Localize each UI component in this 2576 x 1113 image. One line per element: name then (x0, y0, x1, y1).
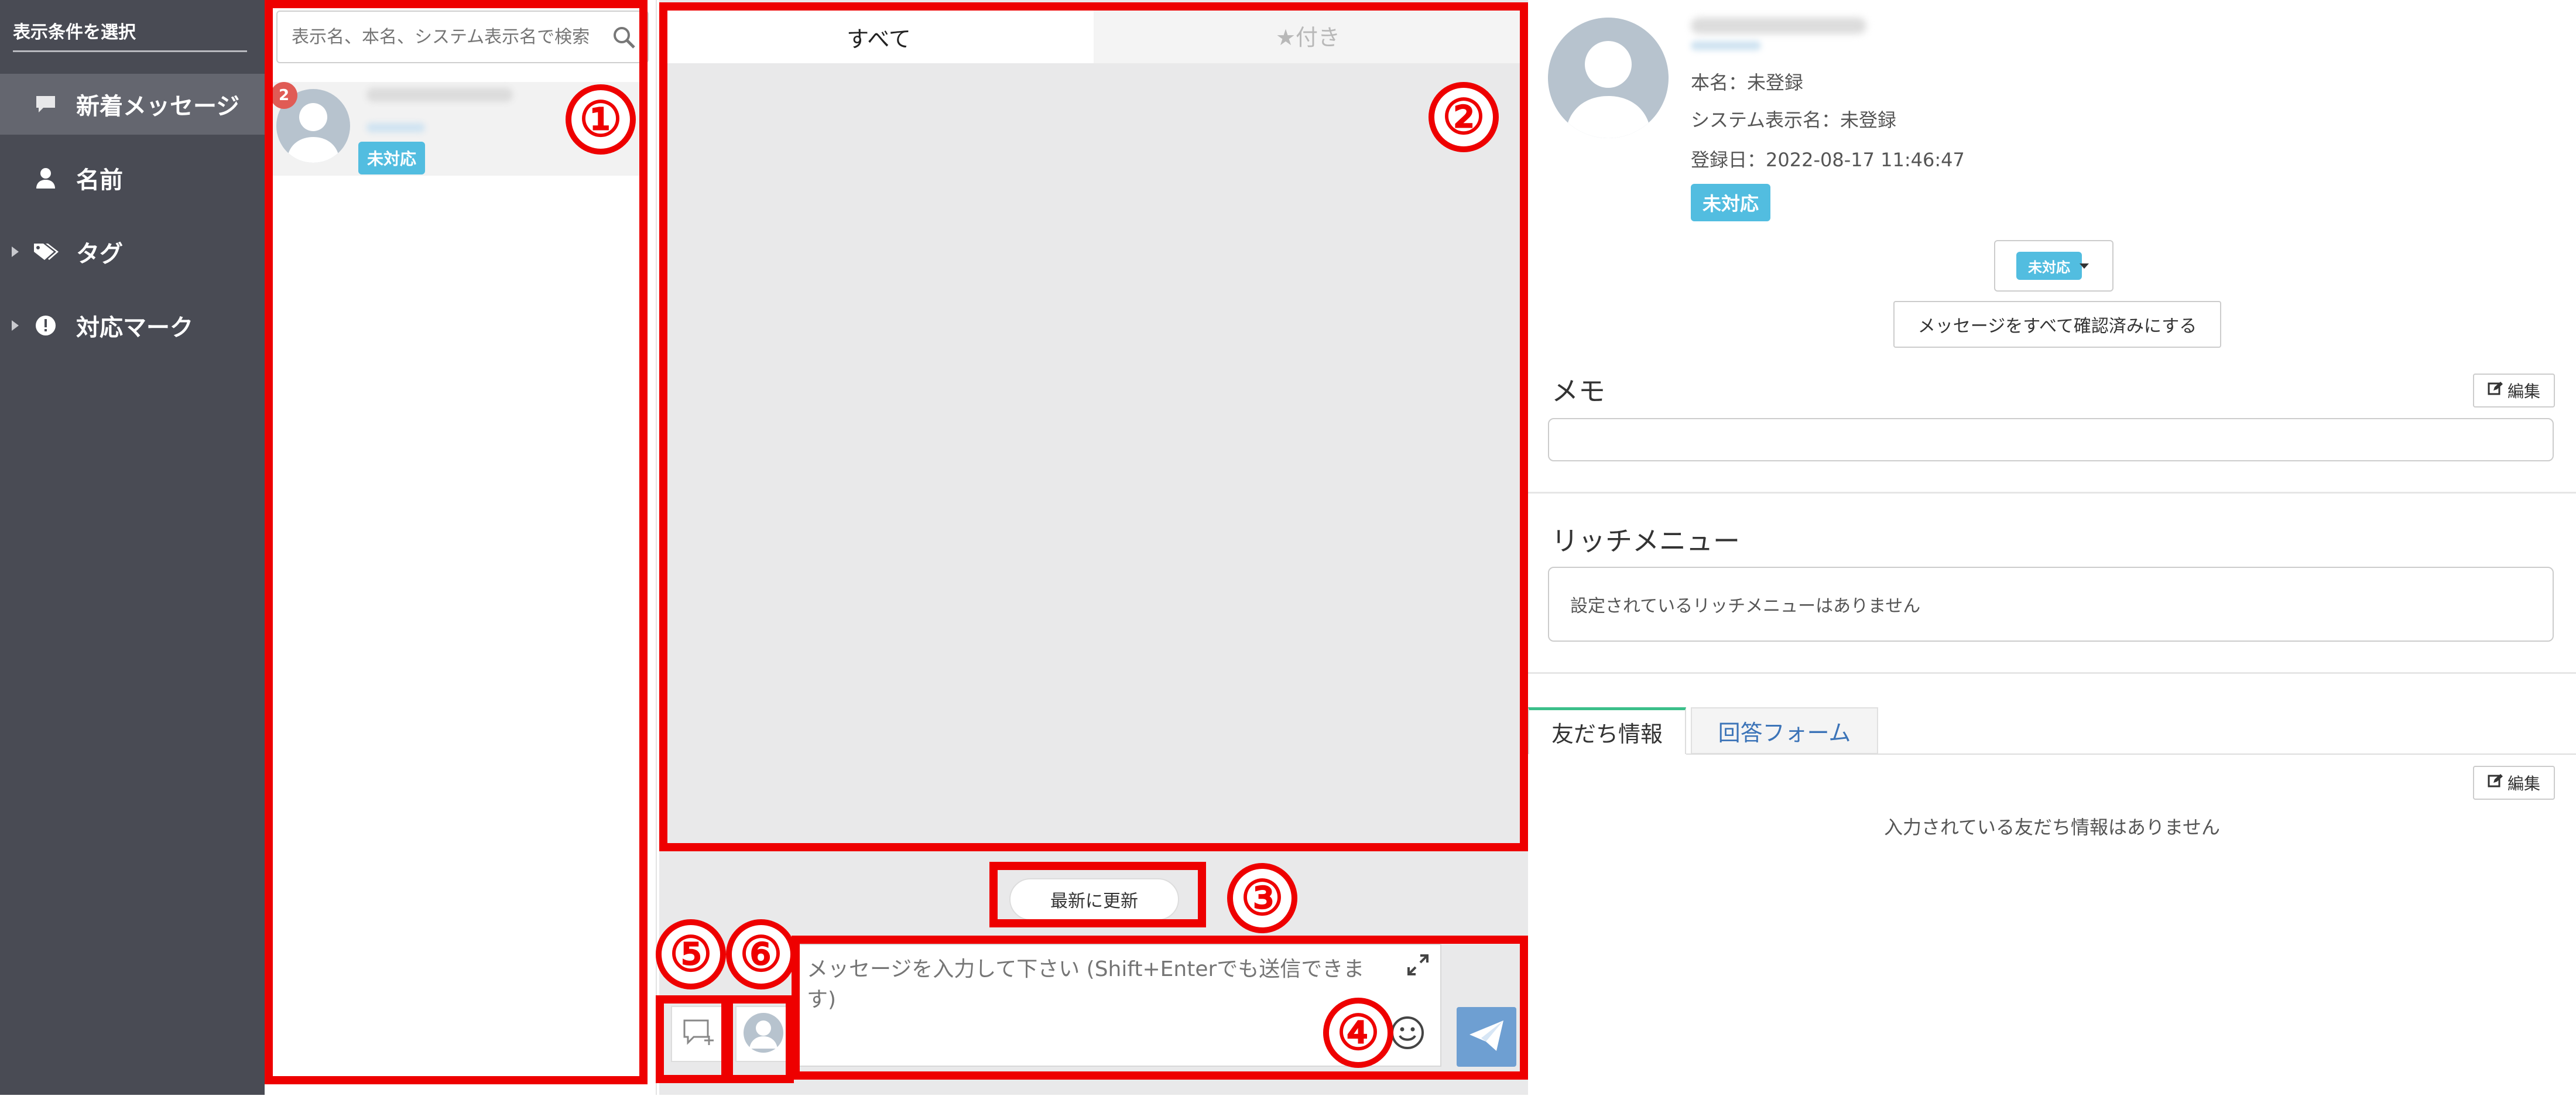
annotation-number-5: ⑤ (656, 919, 726, 989)
template-message-button[interactable] (671, 1006, 727, 1062)
memo-title: メモ (1551, 375, 1605, 407)
status-select-value: 未対応 (2016, 252, 2082, 280)
avatar-icon (743, 1012, 784, 1056)
mark-all-read-button[interactable]: メッセージをすべて確認済みにする (1893, 301, 2221, 348)
expand-triangle-icon (12, 246, 19, 257)
sidebar: 表示条件を選択 新着メッセージ 名前 タグ 対応マーク (0, 0, 265, 1095)
send-button[interactable] (1457, 1007, 1516, 1067)
message-tabs: すべて ★付き (664, 7, 1522, 63)
edit-icon (2488, 381, 2503, 400)
annotation-number-6: ⑥ (726, 919, 796, 989)
expand-icon[interactable] (1406, 953, 1430, 979)
memo-edit-button[interactable]: 編集 (2473, 374, 2555, 407)
search-icon[interactable] (612, 26, 636, 52)
tag-icon (33, 239, 59, 265)
friend-info-panel: 本名：未登録 システム表示名：未登録 登録日：2022-08-17 11:46:… (1528, 0, 2576, 1113)
friend-info-edit-button[interactable]: 編集 (2473, 766, 2555, 800)
person-icon (33, 165, 59, 191)
real-name: 本名：未登録 (1691, 71, 1804, 94)
divider (1528, 492, 2576, 494)
system-display-name: システム表示名：未登録 (1691, 109, 1897, 131)
friend-info-empty: 入力されている友だち情報はありません (1883, 816, 2221, 838)
tab-answer-form[interactable]: 回答フォーム (1691, 707, 1878, 754)
annotation-number-1: ① (566, 84, 636, 155)
caret-down-icon (2080, 263, 2089, 269)
sidebar-item-new-messages[interactable]: 新着メッセージ (0, 74, 265, 135)
chat-area: すべて ★付き 最新に更新 (659, 0, 1528, 1095)
exclamation-circle-icon (33, 313, 59, 338)
blurred-display-name (366, 88, 513, 102)
sender-avatar-button[interactable] (735, 1006, 792, 1062)
blurred-display-name (1691, 18, 1866, 34)
registered-date: 登録日：2022-08-17 11:46:47 (1691, 149, 1965, 171)
expand-triangle-icon (12, 320, 19, 331)
sidebar-item-tag[interactable]: タグ (0, 221, 265, 282)
add-comment-icon (682, 1018, 716, 1050)
search-box (276, 11, 649, 63)
message-input[interactable] (806, 951, 1393, 1023)
edit-label: 編集 (2507, 382, 2540, 401)
sidebar-item-label: 対応マーク (76, 314, 193, 341)
annotation-number-2: ② (1429, 82, 1499, 152)
tab-all[interactable]: すべて (664, 7, 1094, 63)
status-badge: 未対応 (358, 142, 425, 174)
rich-menu-box: 設定されているリッチメニューはありません (1548, 567, 2554, 642)
tab-friend-info[interactable]: 友だち情報 (1528, 707, 1686, 754)
annotation-number-3: ③ (1227, 863, 1297, 933)
paper-plane-icon (1468, 1019, 1505, 1054)
refresh-button[interactable]: 最新に更新 (1009, 878, 1179, 920)
emoji-icon[interactable] (1390, 1015, 1425, 1053)
conversation-list: 2 未対応 (265, 0, 657, 1095)
edit-icon (2488, 773, 2503, 793)
profile-avatar (1548, 18, 1669, 138)
chat-bubble-icon (33, 91, 59, 117)
annotation-number-4: ④ (1323, 998, 1393, 1068)
sidebar-item-label: 名前 (76, 167, 123, 194)
sidebar-item-label: タグ (76, 241, 123, 268)
search-input[interactable] (290, 26, 609, 48)
memo-field[interactable] (1548, 418, 2554, 461)
unread-count-badge: 2 (270, 82, 297, 109)
sidebar-header: 表示条件を選択 (13, 18, 247, 52)
blurred-subtext (366, 123, 425, 132)
divider (1528, 672, 2576, 674)
sidebar-item-label: 新着メッセージ (76, 93, 240, 120)
edit-label: 編集 (2507, 774, 2540, 793)
status-badge: 未対応 (1691, 184, 1770, 221)
sidebar-item-response-mark[interactable]: 対応マーク (0, 295, 265, 356)
tabs-underline (1686, 754, 2576, 755)
rich-menu-title: リッチメニュー (1551, 525, 1740, 557)
blurred-subtext (1691, 41, 1761, 50)
status-dropdown[interactable]: 未対応 (1994, 240, 2113, 292)
tab-starred[interactable]: ★付き (1094, 7, 1522, 63)
sidebar-item-name[interactable]: 名前 (0, 148, 265, 208)
